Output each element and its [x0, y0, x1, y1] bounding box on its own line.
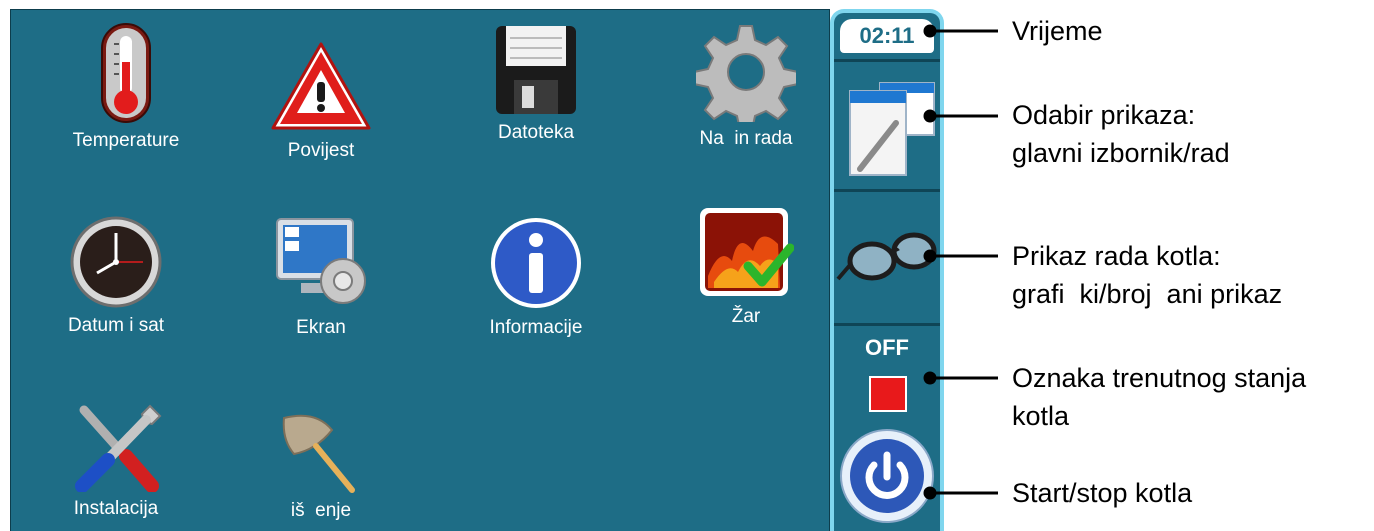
- annotation-time: Vrijeme: [1012, 16, 1103, 46]
- annotation-work-view: Prikaz rada kotla: grafi ki/broj ani pri…: [1012, 241, 1283, 309]
- annotation-view-select: Odabir prikaza: glavni izbornik/rad: [1012, 100, 1230, 168]
- annotation-state: Oznaka trenutnog stanja kotla: [1012, 363, 1307, 431]
- annotation-start-stop: Start/stop kotla: [1012, 478, 1193, 508]
